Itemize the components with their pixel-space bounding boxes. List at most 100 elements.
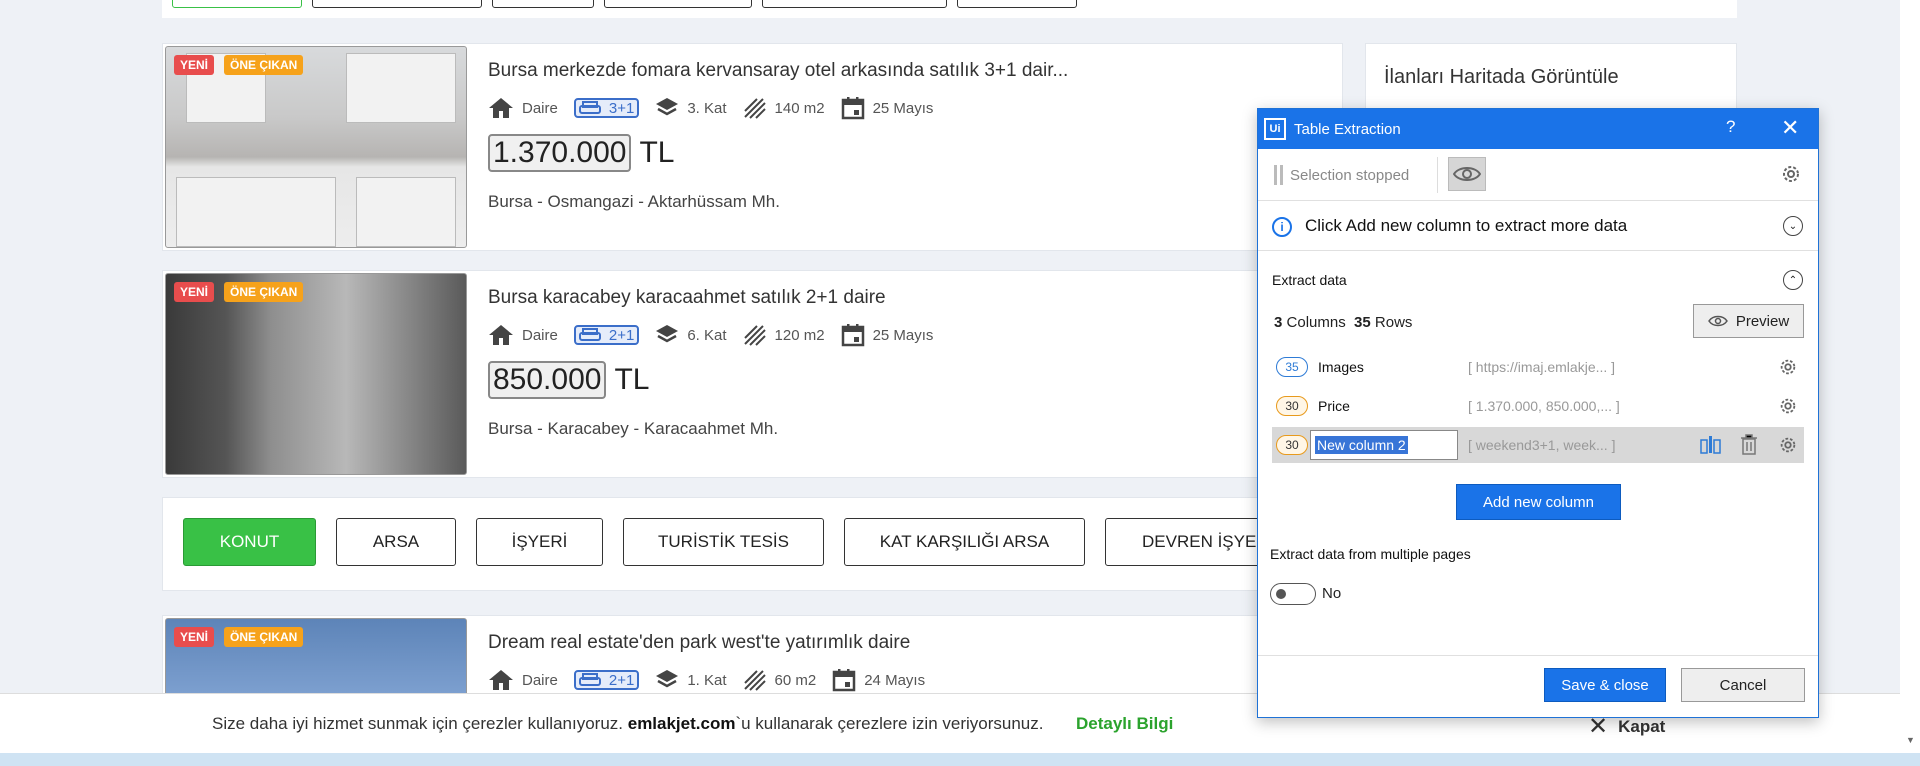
column-name-input[interactable]: New column 2 — [1310, 430, 1458, 460]
listing-area: 140 m2 — [774, 99, 825, 117]
listing-price: 850.000 TL — [488, 361, 649, 399]
filter-tab[interactable] — [492, 0, 594, 8]
scroll-down-icon[interactable]: ▼ — [1906, 735, 1915, 745]
pause-icon[interactable] — [1274, 165, 1286, 185]
listing-card[interactable]: YENİ ÖNE ÇIKAN Bursa merkezde fomara ker… — [162, 43, 1343, 251]
column-target-icon — [1700, 436, 1721, 454]
category-kat-karsiligi-arsa[interactable]: KAT KARŞILIĞI ARSA — [844, 518, 1085, 566]
filter-tab[interactable] — [604, 0, 752, 8]
filter-tab[interactable] — [957, 0, 1077, 8]
featured-badge: ÖNE ÇIKAN — [224, 55, 304, 75]
cookie-text-after: `u kullanarak çerezlere izin veriyorsunu… — [735, 714, 1044, 733]
layers-icon — [656, 670, 679, 688]
highlight-toggle-button[interactable] — [1448, 157, 1486, 191]
filter-tab[interactable] — [762, 0, 947, 8]
listing-type: Daire — [522, 99, 558, 117]
column-preview-value: [ 1.370.000, 850.000,... ] — [1468, 398, 1620, 414]
listing-meta: Daire 3+1 3. Kat 140 m2 25 Mayıs — [488, 96, 949, 120]
eye-icon — [1453, 167, 1481, 181]
dialog-toolbar: Selection stopped — [1258, 149, 1818, 201]
dialog-title: Table Extraction — [1294, 120, 1401, 138]
multi-page-toggle[interactable] — [1270, 583, 1316, 605]
featured-badge: ÖNE ÇIKAN — [224, 282, 304, 302]
filter-tab[interactable] — [312, 0, 482, 8]
sofa-icon — [578, 673, 601, 686]
column-row[interactable]: 30 Price [ 1.370.000, 850.000,... ] — [1272, 388, 1804, 424]
category-bar: KONUT ARSA İŞYERİ TURİSTİK TESİS KAT KAR… — [162, 497, 1343, 591]
cookie-more-link[interactable]: Detaylı Bilgi — [1076, 714, 1173, 734]
listing-card[interactable]: YENİ ÖNE ÇIKAN Bursa karacabey karacaahm… — [162, 270, 1343, 478]
listing-photo[interactable]: YENİ ÖNE ÇIKAN — [165, 46, 467, 248]
column-count-badge: 35 — [1276, 357, 1308, 377]
columns-count: 3 — [1274, 314, 1283, 331]
selection-status: Selection stopped — [1290, 167, 1410, 184]
chevron-up-icon[interactable]: ⌃ — [1783, 270, 1803, 290]
rows-count: 35 — [1354, 314, 1371, 331]
map-panel-title[interactable]: İlanları Haritada Görüntüle — [1384, 66, 1619, 89]
cookie-close-label: Kapat — [1618, 716, 1666, 736]
price-currency: TL — [614, 363, 650, 396]
bottom-strip — [0, 753, 1920, 766]
columns-label: Columns — [1286, 314, 1346, 331]
info-text: Click Add new column to extract more dat… — [1305, 216, 1628, 235]
listing-title[interactable]: Bursa merkezde fomara kervansaray otel a… — [488, 60, 1068, 82]
area-icon — [743, 325, 766, 346]
page-scrollbar[interactable]: ▼ — [1900, 0, 1920, 753]
dialog-titlebar[interactable]: Ui Table Extraction ? ✕ — [1258, 109, 1818, 149]
listing-rooms: 3+1 — [608, 99, 635, 117]
featured-badge: ÖNE ÇIKAN — [224, 627, 304, 647]
calendar-icon — [832, 669, 856, 692]
column-name-selected-text: New column 2 — [1315, 436, 1408, 454]
help-button[interactable]: ? — [1726, 117, 1735, 137]
listing-date: 25 Mayıs — [872, 326, 934, 344]
column-settings-button[interactable] — [1778, 357, 1798, 382]
layers-icon — [656, 98, 679, 116]
new-badge: YENİ — [174, 627, 215, 647]
listing-title[interactable]: Bursa karacabey karacaahmet satılık 2+1 … — [488, 287, 886, 309]
column-preview-value: [ weekend3+1, week... ] — [1468, 437, 1616, 453]
column-row[interactable]: 30 New column 2 [ weekend3+1, week... ] — [1272, 427, 1804, 463]
listing-location: Bursa - Karacabey - Karacaahmet Mh. — [488, 419, 779, 438]
edit-selection-button[interactable] — [1700, 435, 1722, 460]
house-icon — [489, 325, 513, 345]
price-value: 850.000 — [488, 361, 607, 399]
sofa-icon — [578, 328, 601, 341]
save-close-button[interactable]: Save & close — [1544, 668, 1666, 702]
category-konut[interactable]: KONUT — [183, 518, 316, 566]
listing-location: Bursa - Osmangazi - Aktarhüssam Mh. — [488, 192, 780, 211]
info-banner: i Click Add new column to extract more d… — [1258, 201, 1818, 251]
category-isyeri[interactable]: İŞYERİ — [476, 518, 603, 566]
listing-floor: 1. Kat — [687, 671, 727, 689]
area-icon — [743, 670, 766, 691]
listing-price: 1.370.000 TL — [488, 134, 674, 172]
column-settings-button[interactable] — [1778, 396, 1798, 421]
settings-button[interactable] — [1780, 163, 1802, 190]
chevron-down-icon[interactable]: ⌄ — [1783, 216, 1803, 236]
listing-title[interactable]: Dream real estate'den park west'te yatır… — [488, 632, 910, 654]
column-name[interactable]: Price — [1318, 398, 1463, 414]
dialog-close-button[interactable]: ✕ — [1781, 115, 1799, 141]
sofa-icon — [578, 101, 601, 114]
layers-icon — [656, 325, 679, 343]
price-currency: TL — [639, 136, 675, 169]
category-turistik-tesis[interactable]: TURİSTİK TESİS — [623, 518, 824, 566]
toolbar-separator — [1437, 157, 1438, 193]
column-row[interactable]: 35 Images [ https://imaj.emlakje... ] — [1272, 349, 1804, 385]
house-icon — [489, 98, 513, 118]
gear-icon — [1780, 398, 1796, 414]
column-name[interactable]: Images — [1318, 359, 1463, 375]
trash-icon — [1741, 434, 1757, 455]
cookie-message: Size daha iyi hizmet sunmak için çerezle… — [212, 714, 1044, 734]
column-settings-button[interactable] — [1778, 435, 1798, 460]
listing-photo[interactable]: YENİ ÖNE ÇIKAN — [165, 273, 467, 475]
category-arsa[interactable]: ARSA — [336, 518, 456, 566]
delete-column-button[interactable] — [1740, 434, 1758, 461]
gear-icon — [1780, 359, 1796, 375]
cancel-button[interactable]: Cancel — [1681, 668, 1805, 702]
info-icon: i — [1272, 217, 1292, 237]
listing-floor: 3. Kat — [687, 99, 727, 117]
dialog-footer: Save & close Cancel — [1258, 655, 1818, 717]
filter-tab[interactable] — [172, 0, 302, 8]
preview-button[interactable]: Preview — [1693, 304, 1804, 338]
add-new-column-button[interactable]: Add new column — [1456, 484, 1621, 520]
